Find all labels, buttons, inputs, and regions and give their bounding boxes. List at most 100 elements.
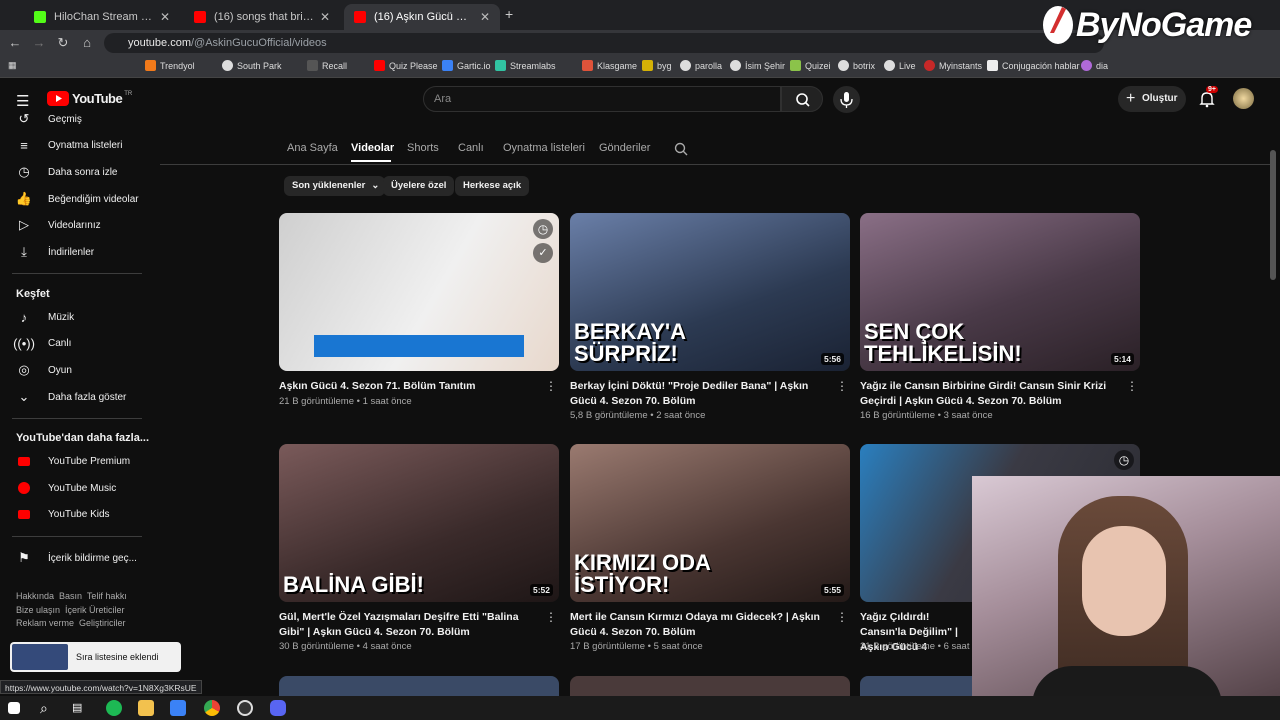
apps-icon[interactable]: ▦	[8, 60, 17, 71]
video-thumbnail[interactable]: SEN ÇOK TEHLİKELİSİN! 5:14	[860, 213, 1140, 371]
tab-posts[interactable]: Gönderiler	[599, 142, 650, 154]
bookmark-byg[interactable]: byg	[642, 60, 672, 71]
bookmark-parolla[interactable]: parolla	[680, 60, 722, 71]
tab-shorts[interactable]: Shorts	[407, 142, 439, 154]
sidebar-item-history[interactable]: ↺ Geçmiş	[0, 108, 155, 130]
browser-tab-askin-gucu[interactable]: (16) Aşkın Gücü Official - YouTu ✕	[344, 4, 500, 30]
notifications-button[interactable]: 9+	[1198, 86, 1218, 108]
discord-icon[interactable]	[270, 700, 286, 716]
search-button[interactable]	[781, 86, 823, 112]
tab-live[interactable]: Canlı	[458, 142, 484, 154]
bookmark-quizei[interactable]: Quizei	[790, 60, 831, 71]
more-options-icon[interactable]: ⋮	[836, 379, 848, 393]
sidebar-item-playlists[interactable]: ≡ Oynatma listeleri	[0, 134, 155, 156]
video-thumbnail[interactable]: BERKAY'A SÜRPRİZ! 5:56	[570, 213, 850, 371]
chip-public[interactable]: Herkese açık	[455, 176, 530, 196]
voice-search-button[interactable]	[833, 86, 860, 113]
active-tab-underline	[351, 160, 391, 162]
bookmark-isim-sehir[interactable]: İsim Şehir	[730, 60, 785, 71]
bookmark-recall[interactable]: Recall	[307, 60, 347, 71]
youtube-logo[interactable]: YouTube TR	[47, 91, 132, 106]
video-title[interactable]: Yağız ile Cansın Birbirine Girdi! Cansın…	[860, 379, 1122, 409]
sidebar-item-watch-later[interactable]: ◷ Daha sonra izle	[0, 161, 155, 183]
search-input[interactable]: Ara	[423, 86, 781, 112]
video-thumbnail[interactable]	[570, 676, 850, 696]
sidebar-item-kids[interactable]: YouTube Kids	[0, 503, 155, 525]
video-title[interactable]: Gül, Mert'le Özel Yazışmaları Deşifre Et…	[279, 610, 541, 640]
sidebar-item-music[interactable]: ♪ Müzik	[0, 306, 155, 328]
watch-later-icon[interactable]: ◷	[1114, 450, 1134, 470]
video-thumbnail[interactable]: ◷ ✓	[279, 213, 559, 371]
more-options-icon[interactable]: ⋮	[836, 610, 848, 624]
bookmark-dia[interactable]: dia	[1081, 60, 1108, 71]
new-tab-button[interactable]: +	[505, 6, 513, 22]
chrome-icon[interactable]	[204, 700, 220, 716]
divider	[160, 164, 1270, 165]
sidebar-item-music-app[interactable]: YouTube Music	[0, 477, 155, 499]
tab-playlists[interactable]: Oynatma listeleri	[503, 142, 585, 154]
thumbnail-caption: SEN ÇOK TEHLİKELİSİN!	[864, 319, 1022, 366]
thumbnail-caption: BALİNA GİBİ!	[283, 572, 424, 597]
footer-links[interactable]: Bize ulaşın İçerik Üreticiler	[16, 604, 125, 617]
sidebar-item-live[interactable]: ((•)) Canlı	[0, 332, 155, 354]
tab-videos[interactable]: Videolar	[351, 142, 394, 154]
scrollbar-thumb[interactable]	[1270, 150, 1276, 280]
sidebar-item-downloads[interactable]: ⤓ İndirilenler	[0, 241, 155, 263]
add-to-queue-icon[interactable]: ✓	[533, 243, 553, 263]
address-bar[interactable]: youtube.com/@AskinGucuOfficial/videos	[104, 33, 1104, 53]
channel-search-icon[interactable]	[674, 142, 688, 159]
obs-icon[interactable]	[237, 700, 253, 716]
video-title[interactable]: Aşkın Gücü 4. Sezon 71. Bölüm Tanıtım	[279, 379, 541, 394]
sidebar-item-premium[interactable]: YouTube Premium	[0, 450, 155, 472]
avatar[interactable]	[1233, 88, 1254, 109]
bookmark-myinstants[interactable]: Myinstants	[924, 60, 982, 71]
close-icon[interactable]: ✕	[480, 10, 490, 24]
sidebar-item-your-videos[interactable]: ▷ Videolarınız	[0, 214, 155, 236]
bookmark-botrix[interactable]: botrix	[838, 60, 875, 71]
more-options-icon[interactable]: ⋮	[545, 610, 557, 624]
footer-links[interactable]: Reklam verme Geliştiriciler	[16, 617, 126, 630]
video-thumbnail[interactable]	[860, 676, 972, 696]
watch-later-icon[interactable]: ◷	[533, 219, 553, 239]
footer-links[interactable]: Hakkında Basın Telif hakkı	[16, 590, 127, 603]
home-button[interactable]: ⌂	[78, 34, 96, 52]
create-button[interactable]: + Oluştur	[1118, 86, 1186, 112]
sidebar-item-report[interactable]: ⚑ İçerik bildirme geç...	[0, 547, 155, 569]
app-icon[interactable]	[170, 700, 186, 716]
back-button[interactable]: ←	[6, 34, 24, 52]
search-icon[interactable]: ⌕	[40, 700, 56, 716]
task-view-icon[interactable]: ▤	[72, 700, 88, 716]
forward-button[interactable]: →	[30, 34, 48, 52]
bookmark-south-park[interactable]: South Park	[222, 60, 282, 71]
video-thumbnail[interactable]: KIRMIZI ODA İSTİYOR! 5:55	[570, 444, 850, 602]
bookmark-quiz-please[interactable]: Quiz Please	[374, 60, 438, 71]
download-icon: ⤓	[21, 244, 27, 259]
more-options-icon[interactable]: ⋮	[545, 379, 557, 393]
bookmark-klasgame[interactable]: Klasgame	[582, 60, 637, 71]
more-options-icon[interactable]: ⋮	[1126, 379, 1138, 393]
close-icon[interactable]: ✕	[320, 10, 330, 24]
file-explorer-icon[interactable]	[138, 700, 154, 716]
queue-toast: Sıra listesine eklendi	[10, 642, 181, 672]
tab-home[interactable]: Ana Sayfa	[287, 142, 338, 154]
video-title[interactable]: Mert ile Cansın Kırmızı Odaya mı Gidecek…	[570, 610, 832, 640]
browser-tab-hilochan[interactable]: HiloChan Stream - Watch Live o ✕	[24, 4, 180, 30]
video-thumbnail[interactable]: BALİNA GİBİ! 5:52	[279, 444, 559, 602]
video-thumbnail[interactable]	[279, 676, 559, 696]
bookmark-streamlabs[interactable]: Streamlabs	[495, 60, 556, 71]
close-icon[interactable]: ✕	[160, 10, 170, 24]
bookmark-gartic[interactable]: Gartic.io	[442, 60, 491, 71]
browser-tab-songs[interactable]: (16) songs that bring you back ✕	[184, 4, 340, 30]
sidebar-item-liked[interactable]: 👍 Beğendiğim videolar	[0, 188, 155, 210]
video-title[interactable]: Berkay İçini Döktü! "Proje Dediler Bana"…	[570, 379, 832, 409]
chip-recent[interactable]: Son yüklenenler ⌄	[284, 176, 386, 196]
bookmark-conjugacion[interactable]: Conjugación hablar	[987, 60, 1080, 71]
sidebar-item-show-more[interactable]: ⌄ Daha fazla göster	[0, 386, 155, 408]
sidebar-item-gaming[interactable]: ◎ Oyun	[0, 359, 155, 381]
spotify-icon[interactable]	[106, 700, 122, 716]
reload-button[interactable]: ↻	[54, 34, 72, 52]
chip-members-only[interactable]: Üyelere özel	[383, 176, 455, 196]
bookmark-trendyol[interactable]: Trendyol	[145, 60, 195, 71]
windows-start-icon[interactable]	[8, 702, 20, 714]
bookmark-live[interactable]: Live	[884, 60, 916, 71]
